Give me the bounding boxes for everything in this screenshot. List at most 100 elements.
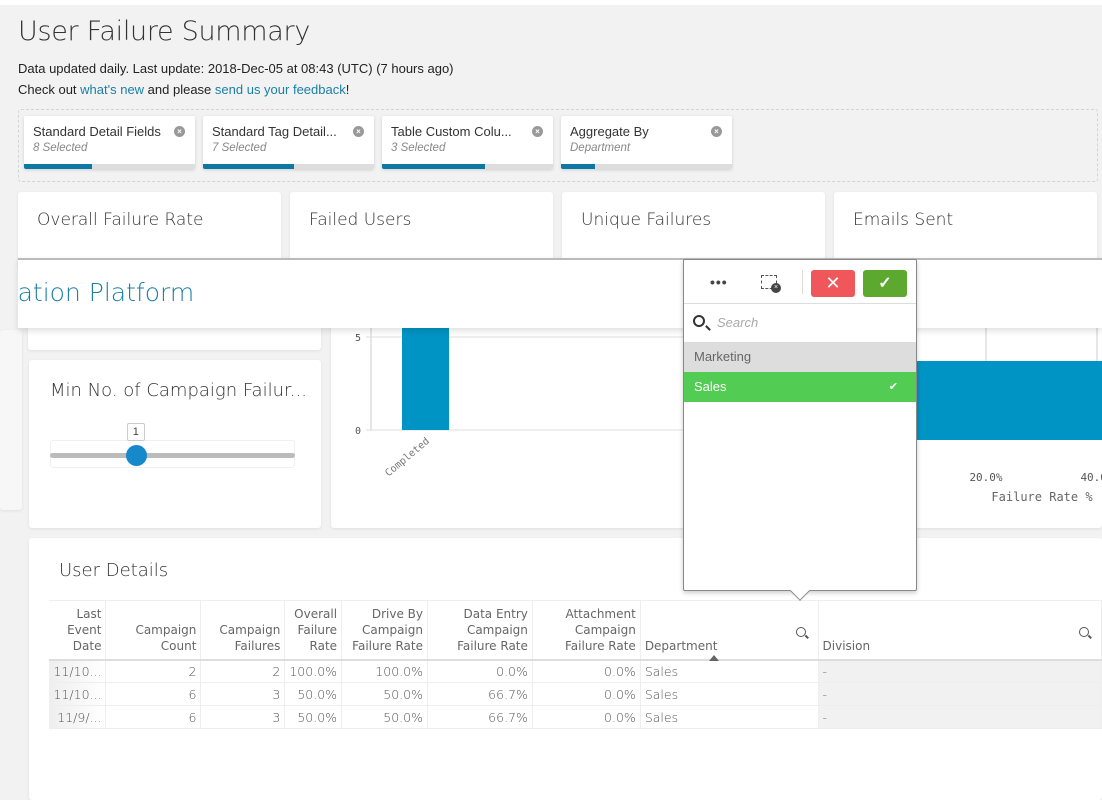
selection-toolbar: ••• × ✕ ✓	[684, 260, 916, 304]
table-cell: 0.0%	[532, 705, 641, 729]
col-label: Division	[822, 638, 871, 653]
col-attachment-failure-rate[interactable]: Attachment Campaign Failure Rate	[532, 600, 641, 661]
col-drive-by-failure-rate[interactable]: Drive By Campaign Failure Rate	[341, 600, 428, 661]
slider-track[interactable]	[50, 453, 295, 458]
filter-chip-aggregate-by[interactable]: Aggregate By Department ×	[561, 116, 732, 169]
kpi-failed-users: Failed Users	[290, 192, 553, 267]
filter-chip-subtitle: 8 Selected	[33, 142, 88, 154]
col-data-entry-failure-rate[interactable]: Data Entry Campaign Failure Rate	[427, 600, 533, 661]
search-icon	[693, 315, 705, 327]
kpi-label: Unique Failures	[581, 210, 712, 230]
list-item-label: Marketing	[694, 349, 752, 364]
table-cell: -	[818, 682, 1102, 706]
kpi-unique-failures: Unique Failures	[562, 192, 825, 267]
table-cell: 11/9/...	[49, 705, 107, 729]
table-cell: Sales	[640, 682, 819, 706]
col-label: Department	[644, 638, 718, 653]
news-middle: and please	[144, 82, 215, 97]
table-cell: 0.0%	[532, 659, 641, 683]
table-cell: Sales	[640, 659, 819, 683]
filter-chip-title: Table Custom Colu...	[391, 124, 512, 139]
table-cell: -	[818, 705, 1102, 729]
table-cell: 50.0%	[341, 682, 428, 706]
status-chart: 0 5 Completed	[331, 300, 691, 528]
table-row[interactable]: 11/9/... 6 3 50.0% 50.0% 66.7% 0.0% Sales -	[49, 705, 1102, 729]
remove-filter-icon[interactable]: ×	[532, 126, 543, 137]
update-info: Data updated daily. Last update: 2018-De…	[18, 61, 454, 76]
col-department[interactable]: Department	[640, 600, 819, 661]
confirm-selection-button[interactable]: ✓	[863, 270, 907, 297]
table-cell: 11/10...	[49, 659, 107, 683]
kpi-label: Emails Sent	[853, 210, 954, 230]
kpi-label: Overall Failure Rate	[37, 210, 204, 230]
selection-progress	[561, 164, 732, 169]
filter-chip-subtitle: Department	[570, 142, 631, 154]
listbox-search[interactable]: Search	[684, 305, 916, 341]
slider-handle[interactable]	[125, 445, 147, 466]
cancel-selection-button[interactable]: ✕	[811, 270, 855, 297]
filter-chip-standard-tag-details[interactable]: Standard Tag Detail... 7 Selected ×	[203, 116, 374, 169]
col-overall-failure-rate[interactable]: Overall Failure Rate	[284, 600, 343, 661]
selection-progress-fill	[203, 164, 294, 169]
table-row[interactable]: 11/10... 2 2 100.0% 100.0% 0.0% 0.0% Sales -	[49, 659, 1102, 683]
col-last-event-date[interactable]: Last Event Date	[49, 600, 107, 661]
kpi-overall-failure-rate: Overall Failure Rate	[18, 192, 281, 267]
list-item-marketing[interactable]: Marketing	[684, 342, 916, 372]
feedback-link[interactable]: send us your feedback	[215, 82, 346, 97]
table-cell: -	[818, 659, 1102, 683]
col-label: Campaign Failures	[219, 622, 281, 653]
status-bar-chart: 0 5 Completed	[355, 310, 691, 479]
table-cell: 3	[200, 682, 286, 706]
sort-ascending-icon	[708, 654, 719, 661]
filter-chip-subtitle: 7 Selected	[212, 142, 267, 154]
more-icon[interactable]: •••	[710, 274, 728, 290]
table-cell: 100.0%	[284, 659, 343, 683]
table-cell: 0.0%	[427, 659, 533, 683]
section-header: ucation Platform	[18, 258, 1102, 328]
table-cell: 11/10...	[49, 682, 107, 706]
search-icon[interactable]	[795, 627, 806, 637]
col-campaign-count[interactable]: Campaign Count	[105, 600, 202, 661]
check-icon: ✔	[888, 381, 898, 393]
table-row[interactable]: 11/10... 6 3 50.0% 50.0% 66.7% 0.0% Sales -	[49, 682, 1102, 706]
table-cell: 50.0%	[284, 705, 343, 729]
user-details-table: Last Event Date Campaign Count Campaign …	[49, 600, 1102, 729]
selection-progress	[203, 164, 374, 169]
table-cell: 6	[105, 682, 202, 706]
slider-title: Min No. of Campaign Failur...	[50, 380, 307, 401]
table-header-row: Last Event Date Campaign Count Campaign …	[49, 600, 1102, 661]
table-cell: 66.7%	[427, 682, 533, 706]
col-campaign-failures[interactable]: Campaign Failures	[200, 600, 286, 661]
news-suffix: !	[345, 82, 350, 97]
section-title: ucation Platform	[18, 278, 195, 307]
page-title: User Failure Summary	[18, 16, 311, 47]
user-details-title: User Details	[59, 560, 169, 581]
remove-filter-icon[interactable]: ×	[711, 126, 722, 137]
news-line: Check out what's new and please send us …	[18, 82, 349, 97]
whats-new-link[interactable]: what's new	[80, 82, 144, 97]
remove-filter-icon[interactable]: ×	[353, 126, 364, 137]
kpi-label: Failed Users	[309, 210, 412, 230]
filter-chip-standard-detail-fields[interactable]: Standard Detail Fields 8 Selected ×	[24, 116, 195, 169]
table-cell: 2	[105, 659, 202, 683]
selection-progress-fill	[24, 164, 93, 169]
top-strip	[0, 0, 1102, 5]
selection-progress-fill	[382, 164, 485, 169]
list-item-sales[interactable]: Sales ✔	[684, 372, 916, 402]
remove-filter-icon[interactable]: ×	[174, 126, 185, 137]
user-details-panel: User Details Last Event Date Campaign Co…	[29, 538, 1102, 800]
table-cell: 0.0%	[532, 682, 641, 706]
list-item-label: Sales	[694, 379, 727, 394]
table-cell: 6	[105, 705, 202, 729]
search-icon[interactable]	[1079, 627, 1089, 637]
col-division[interactable]: Division	[818, 600, 1102, 661]
side-panel-fragment	[0, 330, 22, 510]
filter-chip-table-custom-columns[interactable]: Table Custom Colu... 3 Selected ×	[382, 116, 553, 169]
table-cell: 3	[200, 705, 286, 729]
filter-chip-title: Aggregate By	[570, 124, 649, 139]
department-selection-popup: ••• × ✕ ✓ Search Marketing Sales ✔	[683, 259, 917, 601]
table-cell: 100.0%	[341, 659, 428, 683]
search-placeholder[interactable]: Search	[717, 315, 758, 330]
col-label: Data Entry Campaign Failure Rate	[457, 606, 528, 653]
clear-selection-icon[interactable]: ×	[761, 275, 781, 293]
